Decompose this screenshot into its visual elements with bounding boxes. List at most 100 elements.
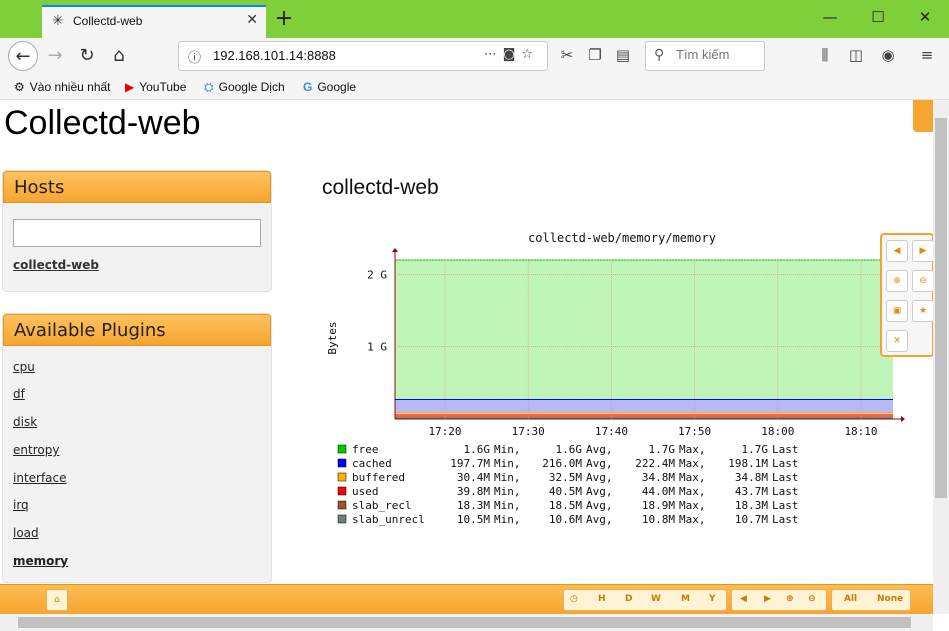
info-icon[interactable]: ⓘ [188,47,201,66]
bottom-toolbar: ⌂ ◷ H D W M Y ◀ ▶ ⊕ ⊖ All None [0,584,933,615]
bookmark-label: Google [317,80,357,94]
forward-arrow-icon[interactable]: → [40,41,70,71]
legend-min-value: 1.6G [464,443,491,456]
minimize-icon[interactable]: — [815,8,845,26]
host-filter-input[interactable] [13,219,261,247]
plugin-link-load[interactable]: load [13,526,39,540]
horizontal-scroll-thumb[interactable] [18,617,911,628]
close-window-icon[interactable]: ✕ [910,8,940,26]
period-year[interactable]: Y [709,594,716,604]
zoom-in-icon[interactable]: ⊕ [886,270,908,292]
zoom-out-icon[interactable]: ⊖ [912,270,934,292]
y-tick-label: 1 G [367,341,387,354]
legend-max-label: Max, [679,471,706,484]
legend-min-label: Min, [494,513,521,526]
save-icon[interactable]: ▣ [886,300,908,322]
gear-icon: ✳ [52,13,64,29]
legend-min-label: Min, [494,485,521,498]
select-all-button[interactable]: All [844,594,857,604]
period-month[interactable]: M [681,594,690,604]
legend-avg-value: 1.6G [556,443,583,456]
bookmark-most-visited[interactable]: ⚙ Vào nhiều nhất [14,80,111,94]
navigation-group: ◀ ▶ ⊕ ⊖ [731,589,827,611]
search-input[interactable] [674,46,764,63]
x-tick-label: 18:10 [844,425,877,438]
period-week[interactable]: W [651,594,661,604]
legend-min-value: 39.8M [457,485,490,498]
plugin-link-cpu[interactable]: cpu [13,360,35,374]
pan-left-icon[interactable]: ◀ [886,240,908,262]
plugin-link-entropy[interactable]: entropy [13,443,59,457]
legend-last-label: Last [772,457,799,470]
zoom-in-icon[interactable]: ⊕ [786,594,794,604]
top-toggle-tab[interactable] [913,100,933,132]
cut-icon[interactable]: ✂ [556,46,578,64]
plugin-link-memory[interactable]: memory [13,554,68,568]
page-actions[interactable]: ⋯◙☆ [484,47,539,62]
graph-tools-panel: ◀ ▶ ⊕ ⊖ ▣ ★ ✕ [880,233,934,357]
plugins-header: Available Plugins [3,314,271,346]
close-tab-icon[interactable]: ✕ [246,12,258,28]
legend-avg-value: 32.5M [549,471,582,484]
legend-avg-label: Avg, [586,471,613,484]
gear-icon: ⚙ [14,80,25,94]
legend-swatch [337,458,347,468]
back-arrow-icon[interactable]: ◀ [740,594,747,604]
select-none-button[interactable]: None [877,594,903,604]
plugin-link-disk[interactable]: disk [13,415,37,429]
plugin-link-interface[interactable]: interface [13,471,67,485]
legend-swatch [337,514,347,524]
hosts-header: Hosts [3,171,271,203]
maximize-icon[interactable]: ☐ [863,8,893,26]
home-icon[interactable]: ⌂ [46,589,68,611]
legend-series-name: used [352,485,379,498]
home-icon[interactable]: ⌂ [104,41,134,71]
bookmark-google[interactable]: G Google [303,80,356,94]
paste-icon[interactable]: ▤ [612,46,634,64]
legend-swatch [337,472,347,482]
clock-icon[interactable]: ◷ [570,594,578,604]
reload-icon[interactable]: ↻ [72,41,102,71]
legend-last-value: 198.1M [728,457,768,470]
url-bar[interactable]: ⓘ 192.168.101.14:8888 ⋯◙☆ [178,41,548,71]
menu-icon[interactable]: ≡ [916,46,938,64]
legend-max-label: Max, [679,513,706,526]
search-icon: ⚲ [654,47,665,63]
legend-avg-value: 40.5M [549,485,582,498]
search-box[interactable]: ⚲ [645,41,765,71]
period-day[interactable]: D [625,594,632,604]
host-link-collectd-web[interactable]: collectd-web [13,258,99,272]
memory-graph: collectd-web/memory/memory Bytes 2 G 1 G 1… [326,231,905,526]
x-tick-label: 17:20 [428,425,461,438]
chart-ylabel: Bytes [326,321,339,354]
tab-title: Collectd-web [73,14,143,28]
legend-avg-label: Avg, [586,443,613,456]
plugin-link-irq[interactable]: irq [13,498,29,512]
translate-icon: ⛭ [204,80,214,94]
sidebar-icon[interactable]: ◫ [845,46,867,64]
zoom-out-icon[interactable]: ⊖ [808,594,816,604]
back-arrow-icon[interactable]: ← [8,41,38,71]
legend-max-label: Max, [679,457,706,470]
pan-right-icon[interactable]: ▶ [912,240,934,262]
forward-arrow-icon[interactable]: ▶ [764,594,771,604]
vertical-scroll-thumb[interactable] [935,118,947,498]
new-tab-button[interactable]: + [272,6,296,31]
time-period-group: ◷ H D W M Y [563,589,727,611]
library-icon[interactable]: ⫼ [814,46,836,64]
legend-max-value: 44.0M [642,485,675,498]
legend-min-label: Min, [494,471,521,484]
legend-last-value: 43.7M [735,485,768,498]
plugin-link-df[interactable]: df [13,387,25,401]
bookmark-youtube[interactable]: ▶ YouTube [125,80,186,94]
extension-icon[interactable]: ◉ [877,46,899,64]
star-icon[interactable]: ★ [912,300,934,322]
legend-last-value: 34.8M [735,471,768,484]
period-hour[interactable]: H [598,594,606,604]
close-graph-icon[interactable]: ✕ [886,330,908,352]
copy-icon[interactable]: ❐ [584,46,606,64]
bookmark-google-translate[interactable]: ⛭ Google Dịch [204,80,285,95]
legend-last-label: Last [772,499,799,512]
legend-swatch [337,444,347,454]
tab-collectd-web[interactable]: ✳ Collectd-web ✕ [42,5,266,38]
